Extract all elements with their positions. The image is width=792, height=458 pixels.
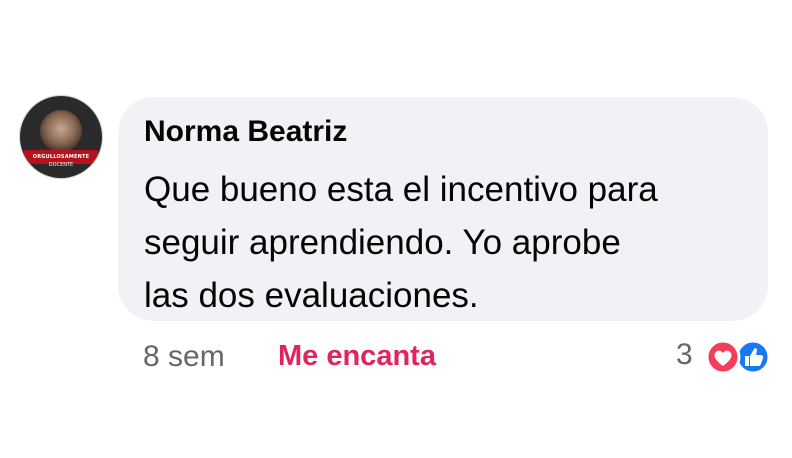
comment: ORGULLOSAMENTE DOCENTE Norma Beatriz Que… — [0, 0, 792, 458]
comment-text: Que bueno esta el incentivo para seguir … — [144, 163, 744, 322]
like-icon — [735, 339, 771, 375]
love-icon — [705, 339, 741, 375]
comment-text-line: seguir aprendiendo. Yo aprobe — [144, 223, 621, 262]
comment-author[interactable]: Norma Beatriz — [144, 115, 347, 149]
reaction-icons[interactable] — [703, 339, 773, 375]
comment-timestamp[interactable]: 8 sem — [143, 340, 225, 374]
comment-text-line: las dos evaluaciones. — [144, 276, 479, 315]
comment-bubble: Norma Beatriz Que bueno esta el incentiv… — [118, 97, 768, 321]
avatar[interactable]: ORGULLOSAMENTE DOCENTE — [20, 96, 102, 178]
reaction-count[interactable]: 3 — [676, 338, 693, 372]
reaction-button[interactable]: Me encanta — [278, 340, 436, 373]
comment-text-line: Que bueno esta el incentivo para — [144, 170, 658, 209]
avatar-subtext: DOCENTE — [48, 162, 74, 168]
comment-actions: 8 sem Me encanta 3 — [0, 336, 792, 380]
profile-photo — [40, 110, 82, 152]
